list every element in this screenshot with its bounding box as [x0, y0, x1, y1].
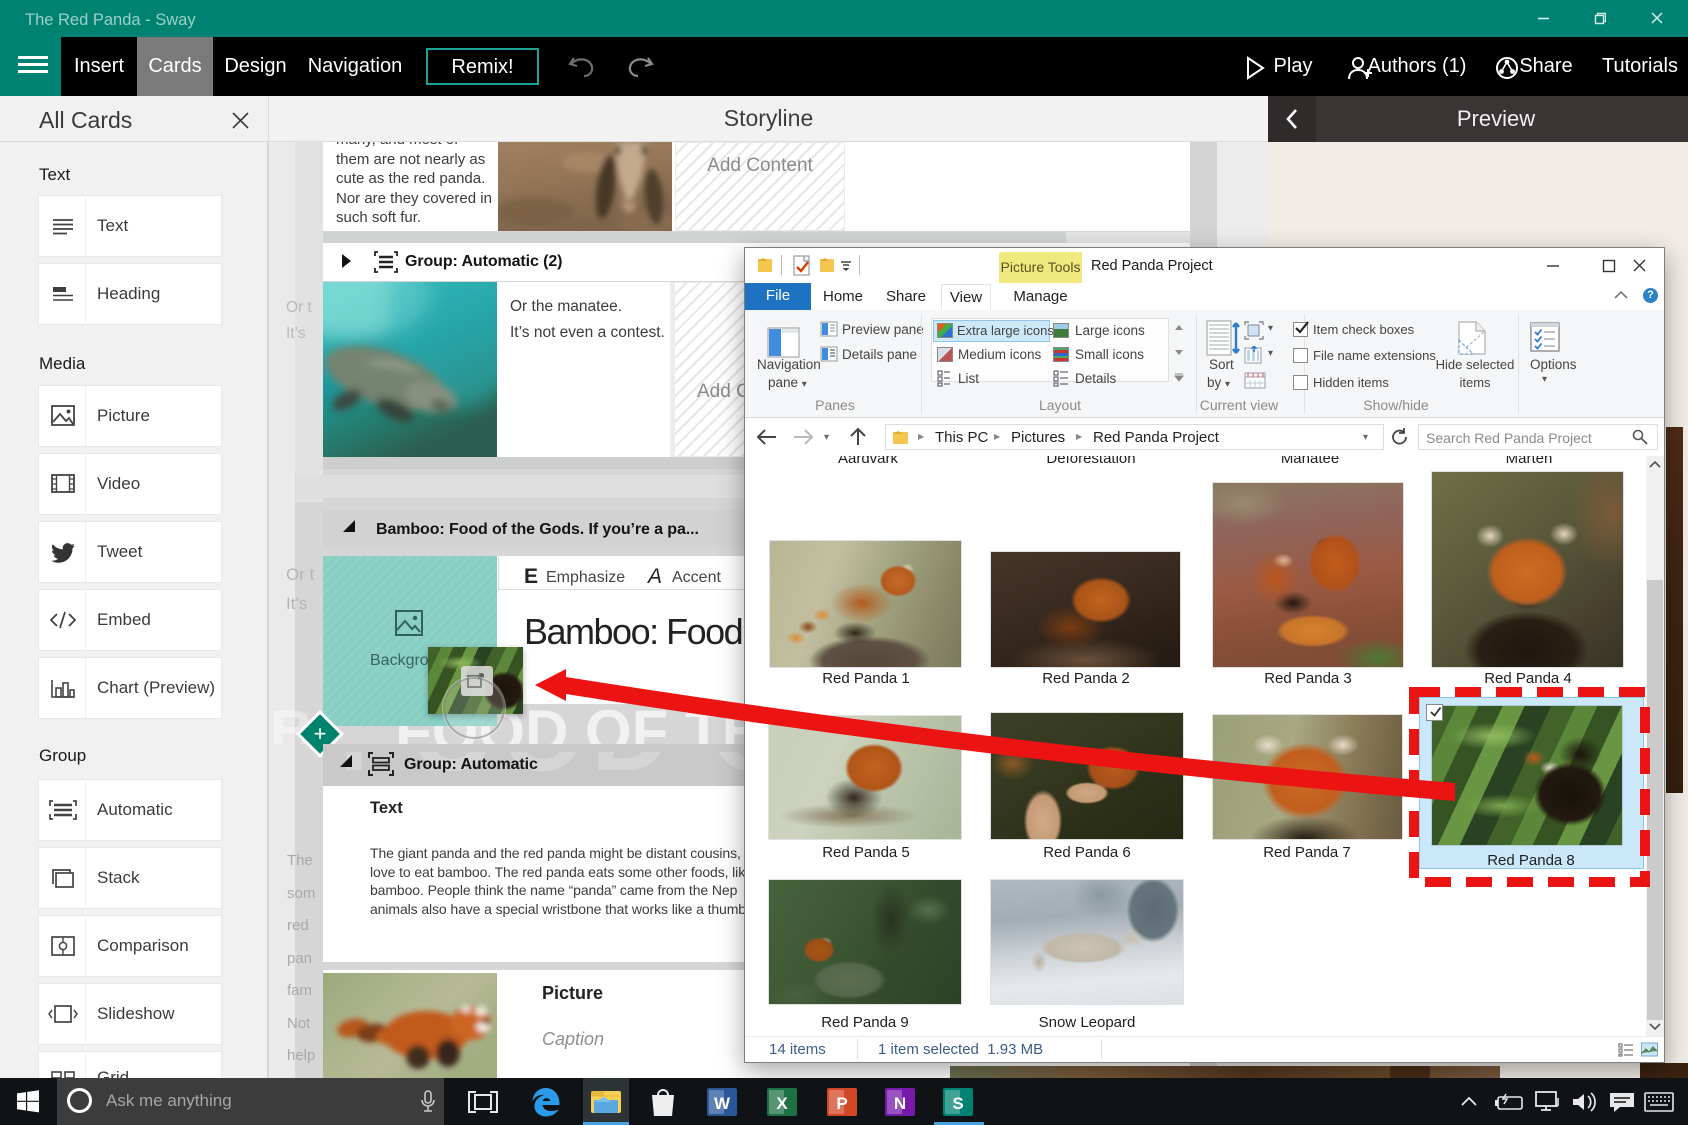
svg-text:W: W [714, 1094, 731, 1113]
svg-text:N: N [894, 1094, 906, 1113]
svg-text:S: S [952, 1094, 963, 1113]
svg-text:X: X [776, 1094, 788, 1113]
svg-text:P: P [836, 1094, 847, 1113]
